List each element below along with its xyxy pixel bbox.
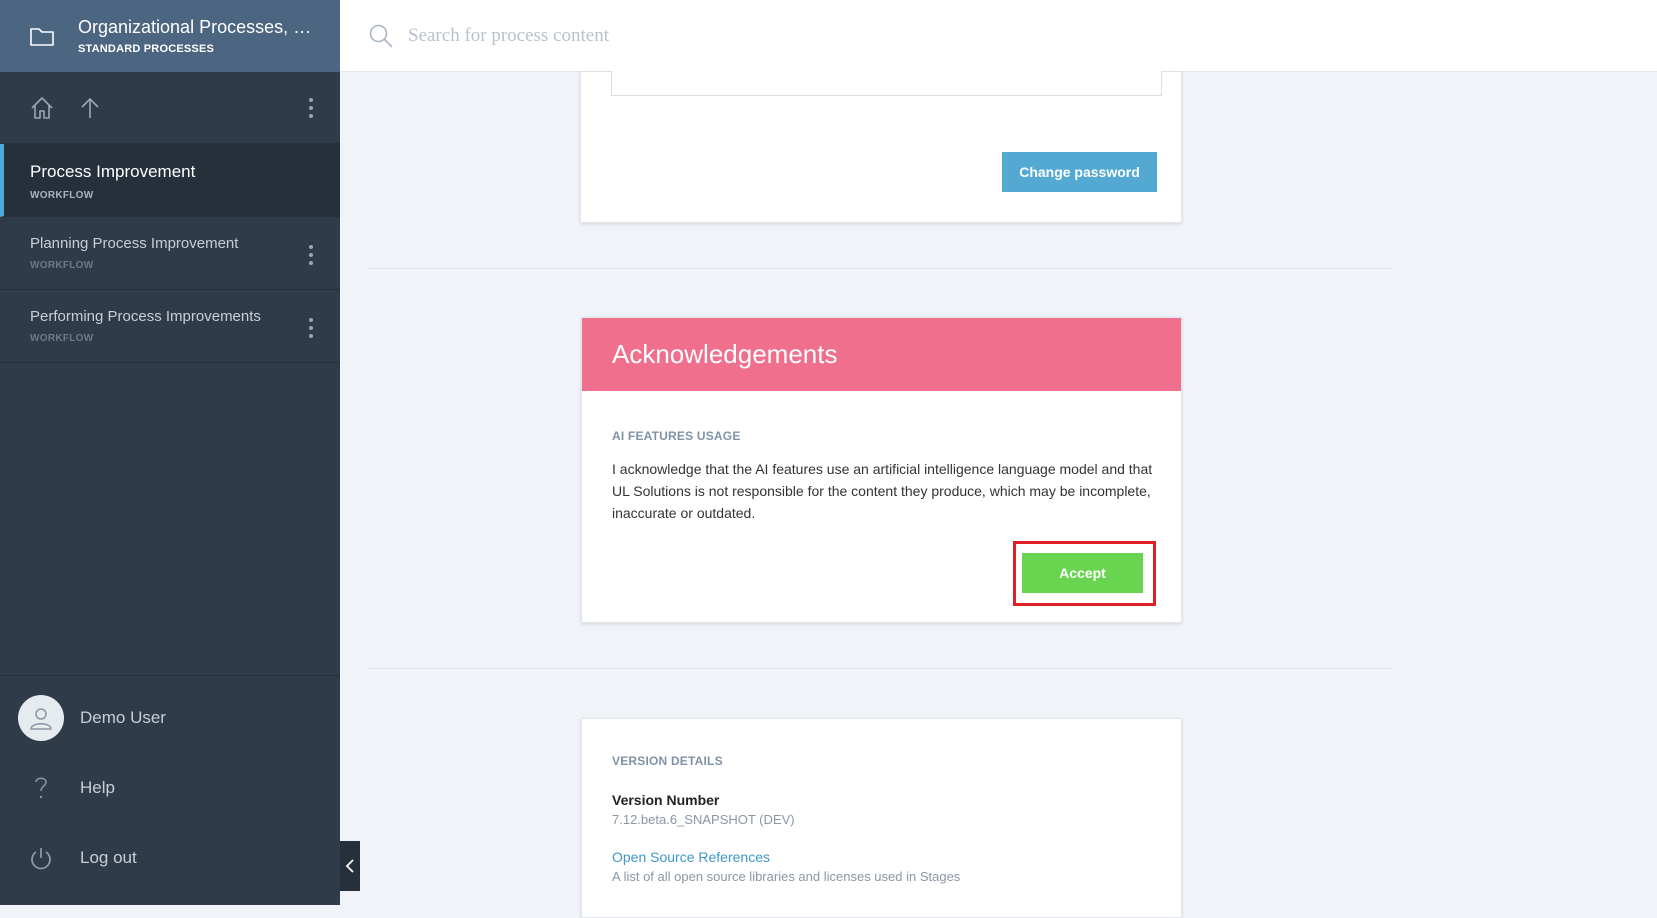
app-subtitle: STANDARD PROCESSES (78, 43, 215, 55)
sidebar-item-label: Performing Process Improvements (30, 308, 261, 325)
change-password-button[interactable]: Change password (1002, 152, 1157, 192)
help-label: Help (80, 778, 115, 797)
top-bar (340, 0, 1657, 72)
sidebar-nav (0, 72, 340, 144)
acknowledgements-card: Acknowledgements AI FEATURES USAGE I ack… (581, 317, 1182, 623)
chevron-left-icon (345, 859, 354, 873)
sidebar-item-label: Process Improvement (30, 162, 196, 181)
sidebar-bottom: Demo User Help Log out (0, 675, 340, 905)
search-input[interactable] (408, 24, 1008, 47)
version-details-label: VERSION DETAILS (612, 754, 723, 768)
password-field[interactable] (611, 71, 1162, 96)
sidebar-item-type: WORKFLOW (30, 260, 94, 271)
kebab-icon[interactable] (308, 318, 314, 338)
user-menu[interactable]: Demo User (0, 688, 340, 748)
sidebar-item-process-improvement[interactable]: Process Improvement WORKFLOW (0, 144, 340, 217)
version-card: VERSION DETAILS Version Number 7.12.beta… (581, 718, 1182, 918)
user-name: Demo User (80, 708, 166, 727)
kebab-icon[interactable] (308, 97, 314, 118)
logout-link[interactable]: Log out (0, 828, 340, 888)
sidebar-item-type: WORKFLOW (30, 190, 94, 201)
sidebar-item-planning-process-improvement[interactable]: Planning Process Improvement WORKFLOW (0, 217, 340, 290)
open-source-description: A list of all open source libraries and … (612, 869, 961, 884)
sidebar-item-label: Planning Process Improvement (30, 235, 239, 252)
open-source-references-link[interactable]: Open Source References (612, 849, 960, 865)
sidebar: Organizational Processes, R... STANDARD … (0, 0, 340, 905)
logout-label: Log out (80, 848, 137, 867)
help-icon (35, 777, 47, 799)
sidebar-collapse-button[interactable] (340, 841, 360, 891)
version-number-label: Version Number (612, 792, 720, 808)
search-icon (369, 24, 393, 48)
acknowledgements-title: Acknowledgements (582, 318, 1181, 391)
sidebar-header[interactable]: Organizational Processes, R... STANDARD … (0, 0, 340, 72)
version-number-value: 7.12.beta.6_SNAPSHOT (DEV) (612, 812, 795, 827)
user-icon (30, 708, 52, 730)
acknowledgement-text: I acknowledge that the AI features use a… (612, 461, 1153, 521)
help-link[interactable]: Help (0, 758, 340, 818)
kebab-icon[interactable] (308, 245, 314, 265)
app-title: Organizational Processes, R... (78, 17, 314, 37)
section-divider (368, 668, 1392, 669)
folder-icon (30, 28, 54, 46)
arrow-up-icon[interactable] (76, 94, 104, 122)
password-card: Change password (580, 71, 1182, 223)
sidebar-item-type: WORKFLOW (30, 333, 94, 344)
avatar (18, 695, 64, 741)
power-icon (31, 848, 51, 870)
section-divider (368, 268, 1392, 269)
accept-button[interactable]: Accept (1022, 553, 1143, 593)
sidebar-item-performing-process-improvements[interactable]: Performing Process Improvements WORKFLOW (0, 290, 340, 363)
home-icon[interactable] (28, 94, 56, 122)
ai-features-label: AI FEATURES USAGE (612, 429, 741, 443)
